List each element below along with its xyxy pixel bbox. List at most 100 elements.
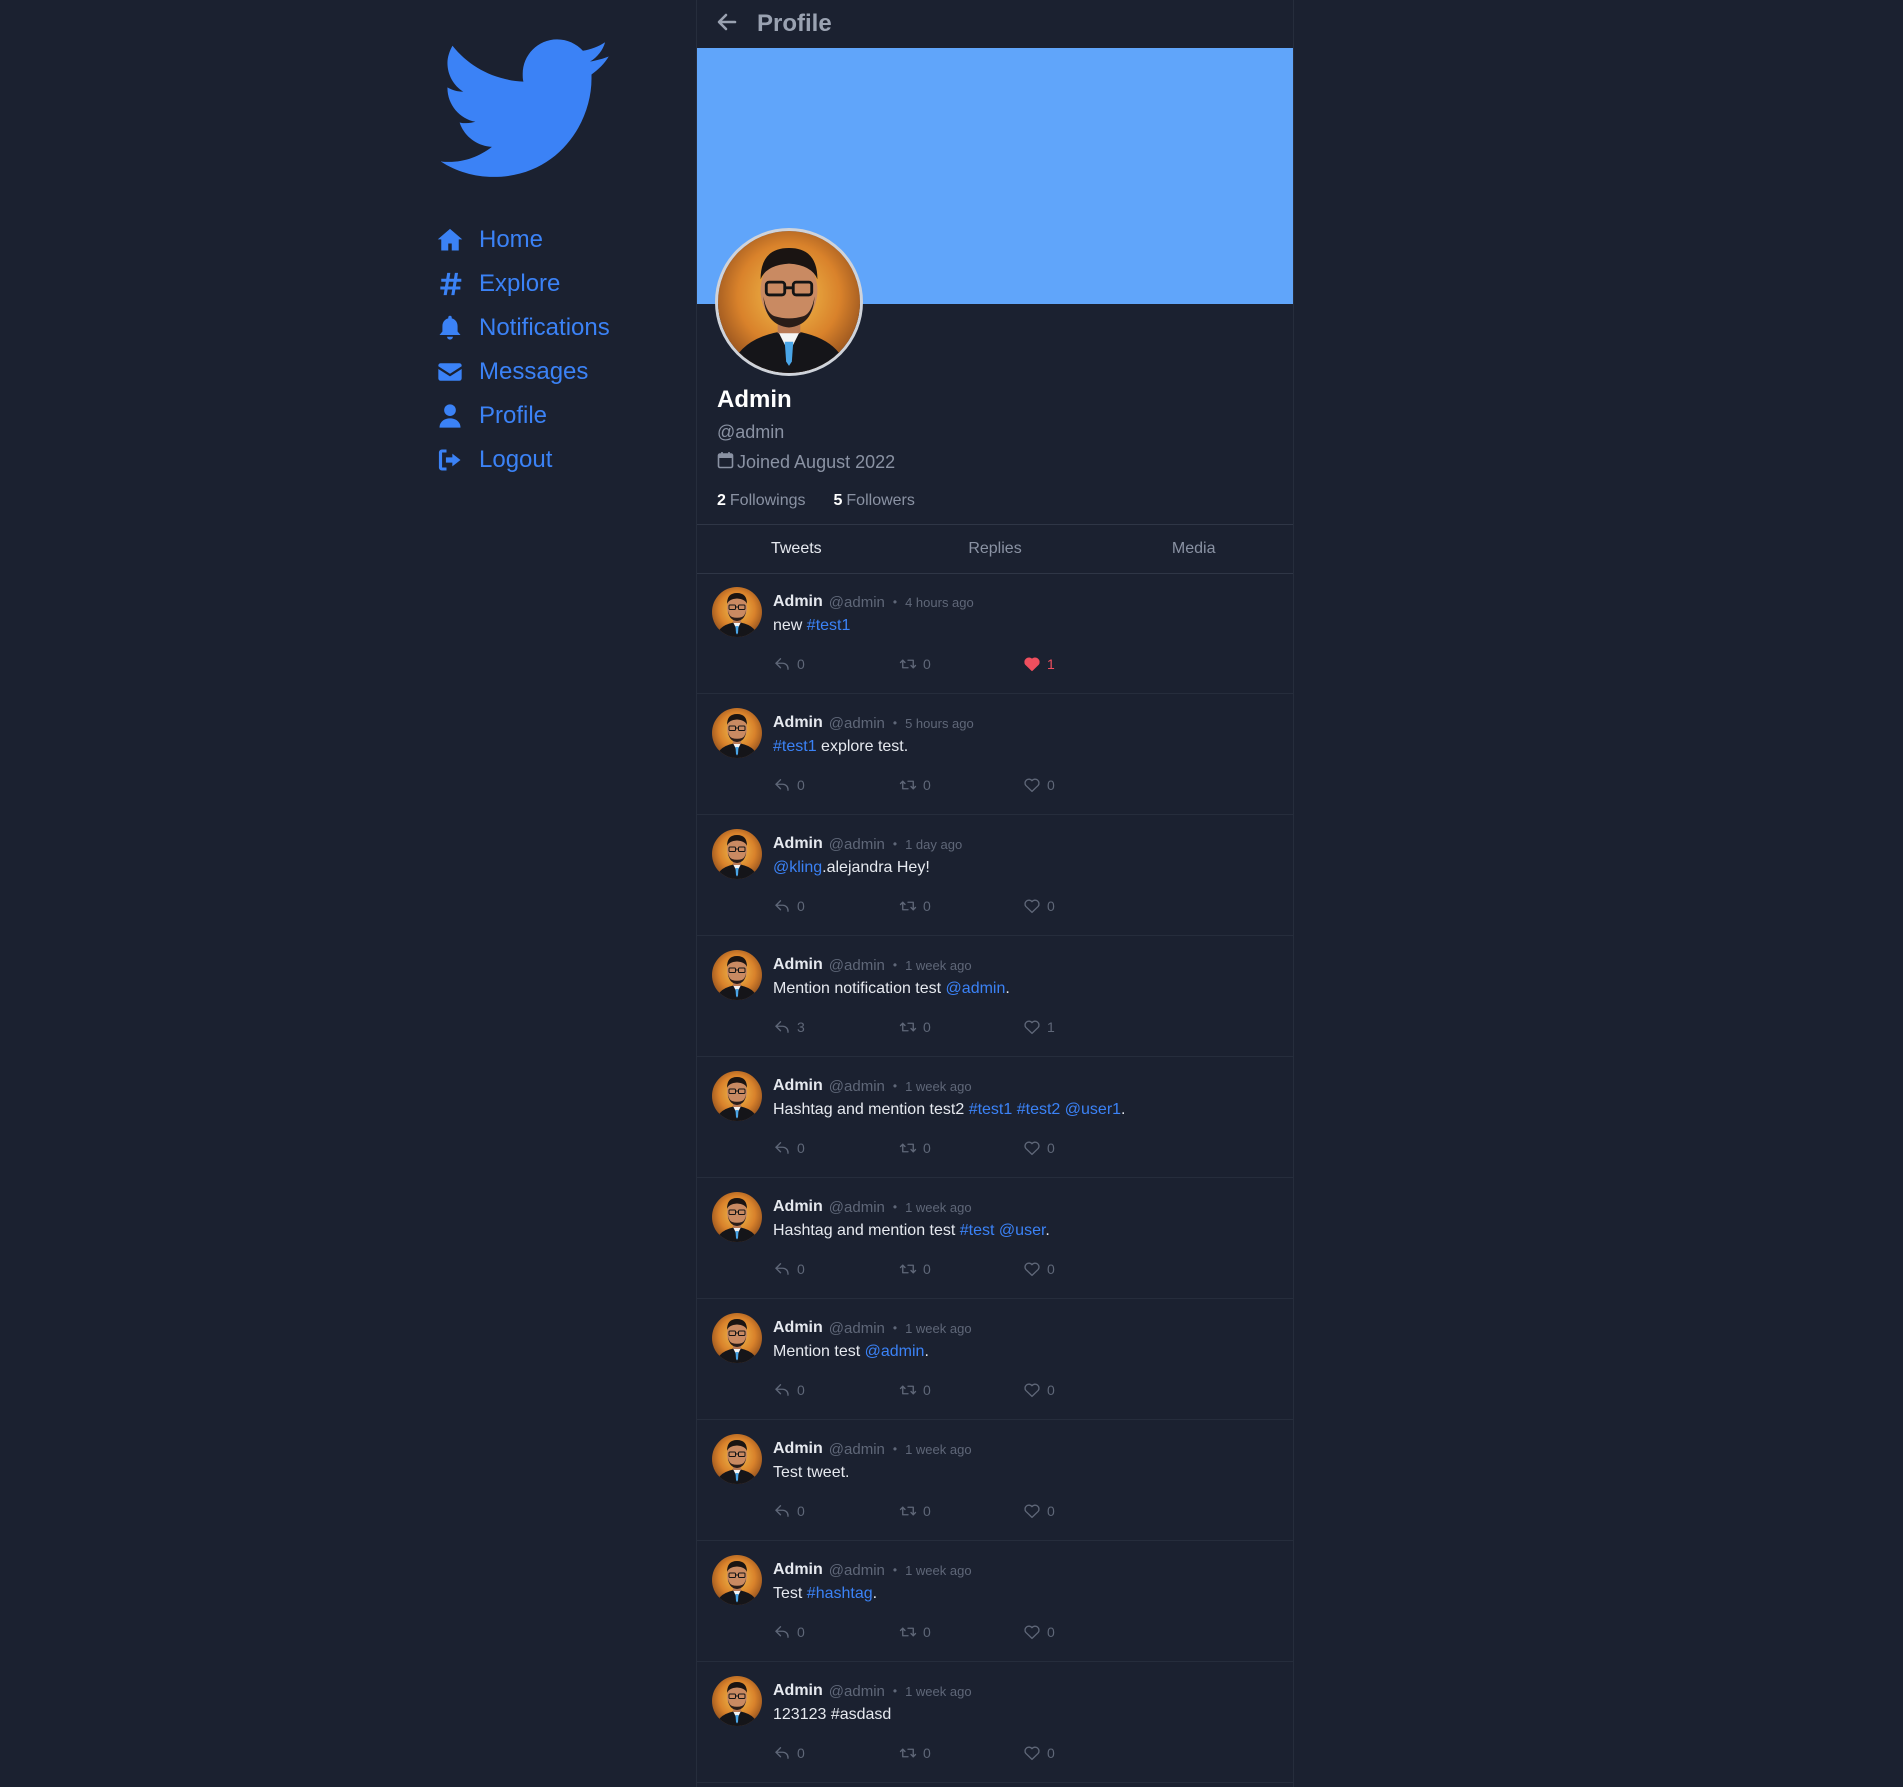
tweet-timestamp: 1 week ago [905, 1562, 972, 1578]
retweet-button[interactable]: 0 [899, 1139, 931, 1157]
tweet-avatar[interactable] [712, 1071, 762, 1121]
tweet-item[interactable]: Admin @admin • 1 week ago Mention notifi… [697, 936, 1293, 1057]
retweet-button[interactable]: 0 [899, 1744, 931, 1762]
tweet-author-name[interactable]: Admin [773, 593, 823, 611]
retweet-count: 0 [923, 1140, 931, 1156]
tweet-link[interactable]: #test1 [773, 738, 817, 755]
tweet-avatar[interactable] [712, 708, 762, 758]
like-button[interactable]: 1 [1023, 1018, 1055, 1036]
retweet-button[interactable]: 0 [899, 1381, 931, 1399]
tweet-text-segment: 123123 #asdasd [773, 1706, 892, 1723]
tweet-author-name[interactable]: Admin [773, 1440, 823, 1458]
like-button[interactable]: 0 [1023, 1381, 1055, 1399]
like-button[interactable]: 0 [1023, 776, 1055, 794]
nav-item-notifications[interactable]: Notifications [435, 306, 610, 350]
tweet-avatar[interactable] [712, 829, 762, 879]
tweet-item[interactable]: Admin @admin • 1 week ago Test tweet. 0 … [697, 1420, 1293, 1541]
tweet-avatar[interactable] [712, 1676, 762, 1726]
tweet-link[interactable]: #test2 [1017, 1101, 1061, 1118]
tweet-item[interactable]: Admin @admin • 1 week ago Hashtag and me… [697, 1178, 1293, 1299]
tweet-link[interactable]: #hashtag [807, 1585, 873, 1602]
tweet-item[interactable]: Admin @admin • 1 week ago Test #hashtag.… [697, 1541, 1293, 1662]
retweet-button[interactable]: 0 [899, 1502, 931, 1520]
followings-link[interactable]: 2 Followings [717, 492, 806, 510]
tweet-link[interactable]: @admin [946, 980, 1006, 997]
tweet-item[interactable]: Admin @admin • 1 week ago 123123 #asdasd… [697, 1662, 1293, 1783]
like-button[interactable]: 0 [1023, 1744, 1055, 1762]
tweet-item[interactable]: Admin @admin • 1 week ago Mention test @… [697, 1299, 1293, 1420]
retweet-button[interactable]: 0 [899, 655, 931, 673]
retweet-button[interactable]: 0 [899, 1018, 931, 1036]
tweet-author-name[interactable]: Admin [773, 714, 823, 732]
like-button[interactable]: 0 [1023, 1502, 1055, 1520]
tweet-item[interactable]: Admin @admin • 4 hours ago new #test1 0 … [697, 573, 1293, 694]
tweet-link[interactable]: @user1 [1065, 1101, 1121, 1118]
tweet-avatar[interactable] [712, 1434, 762, 1484]
tweet-item[interactable]: Admin @admin • 1 week ago Hashtag and me… [697, 1057, 1293, 1178]
reply-button[interactable]: 0 [773, 897, 805, 915]
followers-link[interactable]: 5 Followers [834, 492, 915, 510]
nav-item-explore[interactable]: Explore [435, 262, 610, 306]
reply-button[interactable]: 0 [773, 655, 805, 673]
tweet-item[interactable]: Admin @admin • 5 hours ago #test1 explor… [697, 694, 1293, 815]
heart-icon [1024, 1141, 1040, 1156]
tweet-author-name[interactable]: Admin [773, 1682, 823, 1700]
reply-button[interactable]: 0 [773, 776, 805, 794]
tweet-link[interactable]: @user [999, 1222, 1045, 1239]
followers-label: Followers [846, 492, 915, 509]
tweet-link[interactable]: #test [960, 1222, 995, 1239]
tweet-author-name[interactable]: Admin [773, 1198, 823, 1216]
arrow-left-icon[interactable] [715, 10, 739, 39]
profile-handle: @admin [717, 422, 785, 442]
retweet-button[interactable]: 0 [899, 897, 931, 915]
tweet-link[interactable]: #test1 [807, 617, 851, 634]
retweet-button[interactable]: 0 [899, 1260, 931, 1278]
reply-icon [775, 900, 789, 912]
reply-button[interactable]: 0 [773, 1260, 805, 1278]
tweet-avatar[interactable] [712, 587, 762, 637]
tweet-item[interactable]: Admin @admin • 1 day ago @kling.alejandr… [697, 815, 1293, 936]
twitter-bird-icon[interactable] [440, 38, 613, 184]
tab-tweets[interactable]: Tweets [697, 525, 896, 573]
tweet-link[interactable]: #test1 [969, 1101, 1013, 1118]
tweet-author-handle: @admin [828, 1319, 885, 1337]
tweet-avatar[interactable] [712, 1555, 762, 1605]
reply-button[interactable]: 0 [773, 1139, 805, 1157]
retweet-button[interactable]: 0 [899, 1623, 931, 1641]
tweet-header: Admin @admin • 5 hours ago [773, 714, 974, 732]
tweet-author-name[interactable]: Admin [773, 956, 823, 974]
reply-button[interactable]: 0 [773, 1502, 805, 1520]
like-button[interactable]: 0 [1023, 1260, 1055, 1278]
tweet-link[interactable]: @admin [865, 1343, 925, 1360]
tab-replies[interactable]: Replies [896, 525, 1095, 573]
tweet-author-name[interactable]: Admin [773, 1077, 823, 1095]
reply-button[interactable]: 0 [773, 1623, 805, 1641]
like-button[interactable]: 0 [1023, 1139, 1055, 1157]
tweet-author-name[interactable]: Admin [773, 1561, 823, 1579]
retweet-icon [899, 1022, 917, 1032]
nav-item-home[interactable]: Home [435, 218, 610, 262]
like-button[interactable]: 0 [1023, 1623, 1055, 1641]
reply-icon [775, 1021, 789, 1033]
nav-item-profile[interactable]: Profile [435, 394, 610, 438]
nav-label-profile: Profile [479, 402, 548, 429]
reply-button[interactable]: 0 [773, 1744, 805, 1762]
tweet-link[interactable]: @kling [773, 859, 822, 876]
tweet-actions: 0 0 0 [773, 1260, 1073, 1282]
like-button[interactable]: 0 [1023, 897, 1055, 915]
reply-button[interactable]: 0 [773, 1381, 805, 1399]
nav-item-messages[interactable]: Messages [435, 350, 610, 394]
tweet-list: Admin @admin • 4 hours ago new #test1 0 … [697, 573, 1293, 1783]
tab-media[interactable]: Media [1094, 525, 1293, 573]
tweet-avatar[interactable] [712, 1313, 762, 1363]
nav-item-logout[interactable]: Logout [435, 438, 610, 482]
tweet-author-name[interactable]: Admin [773, 835, 823, 853]
retweet-count: 0 [923, 777, 931, 793]
page-title: Profile [757, 10, 832, 37]
retweet-button[interactable]: 0 [899, 776, 931, 794]
tweet-avatar[interactable] [712, 1192, 762, 1242]
tweet-author-name[interactable]: Admin [773, 1319, 823, 1337]
like-button[interactable]: 1 [1023, 655, 1055, 673]
reply-button[interactable]: 3 [773, 1018, 805, 1036]
tweet-avatar[interactable] [712, 950, 762, 1000]
